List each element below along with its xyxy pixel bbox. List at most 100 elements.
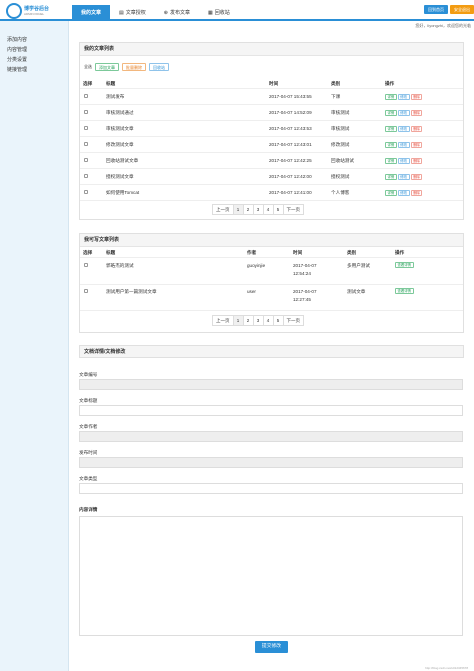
field-label-id: 文章编号 bbox=[79, 372, 98, 377]
select-all-label[interactable]: 全选 bbox=[84, 64, 92, 70]
table-row[interactable]: 郭皓杰的测试 guoyinjie 2017-04-07 12:54:24 多用户… bbox=[80, 259, 463, 285]
field-label-title: 文章标题 bbox=[79, 398, 98, 403]
row-checkbox[interactable] bbox=[84, 110, 88, 114]
edit-button[interactable]: 修改 bbox=[397, 174, 410, 180]
article-type-field[interactable] bbox=[79, 483, 463, 494]
tab-recycle[interactable]: ▦ 回收站 bbox=[199, 5, 239, 21]
row-title: 修改测试文章 bbox=[106, 142, 134, 147]
sidebar-item-content-manage[interactable]: 内容管理 bbox=[7, 46, 27, 53]
col-title: 标题 bbox=[106, 250, 116, 255]
row-ops: 详情 修改 删除 bbox=[385, 126, 423, 132]
table-row[interactable]: 审核测试通过 2017-04-07 14:52:09 审核测试 详情 修改 删除 bbox=[80, 105, 463, 121]
row-checkbox[interactable] bbox=[84, 289, 88, 293]
row-ops: 详情 修改 删除 bbox=[385, 94, 423, 100]
sidebar-item-link-manage[interactable]: 链接管理 bbox=[7, 66, 27, 73]
edit-button[interactable]: 修改 bbox=[397, 110, 410, 116]
watermark-text: http://blog.csdn.net/u012345678 bbox=[425, 666, 468, 670]
delete-button[interactable]: 删除 bbox=[410, 174, 423, 180]
row-author: user bbox=[247, 289, 256, 294]
row-checkbox[interactable] bbox=[84, 126, 88, 130]
edit-button[interactable]: 修改 bbox=[397, 126, 410, 132]
field-label-author: 文章作者 bbox=[79, 424, 98, 429]
article-id-field bbox=[79, 379, 463, 390]
plus-icon: ⊕ bbox=[163, 10, 168, 16]
next-page-button[interactable]: 下一页 bbox=[282, 315, 304, 326]
panel-title: 文档详情/文档修改 bbox=[79, 345, 464, 358]
table-row[interactable]: 修改测试文章 2017-04-07 12:43:01 修改测试 详情 修改 删除 bbox=[80, 137, 463, 153]
table-row[interactable]: 回收站测试文章 2017-04-07 12:42:25 回收站测试 详情 修改 删除 bbox=[80, 153, 463, 169]
table-row[interactable]: 测试用户第一篇测试文章 user 2017-04-07 12:27:45 测试文… bbox=[80, 285, 463, 311]
delete-button[interactable]: 删除 bbox=[410, 94, 423, 100]
article-title-field[interactable] bbox=[79, 405, 463, 416]
tab-my-articles[interactable]: 我的文章 bbox=[72, 5, 111, 21]
main-nav: 我的文章 ▤ 文章授权 ⊕ 发布文章 ▦ 回收站 bbox=[72, 5, 239, 21]
row-time: 2017-04-07 12:43:53 bbox=[269, 126, 312, 131]
col-category: 类别 bbox=[347, 250, 357, 255]
row-category: 审核测试 bbox=[331, 126, 350, 131]
row-category: 下课 bbox=[331, 94, 341, 99]
prev-page-button[interactable]: 上一页 bbox=[212, 204, 234, 215]
row-time: 2017-04-07 14:52:09 bbox=[269, 110, 312, 115]
row-title: 审核测试通过 bbox=[106, 110, 134, 115]
row-checkbox[interactable] bbox=[84, 158, 88, 162]
delete-button[interactable]: 删除 bbox=[410, 110, 423, 116]
detail-button[interactable]: 详情 bbox=[385, 94, 397, 100]
panel-title: 我的文章列表 bbox=[80, 43, 463, 56]
home-button[interactable]: 回到首页 bbox=[424, 5, 448, 14]
logout-button[interactable]: 安全退出 bbox=[450, 5, 474, 14]
table-row[interactable]: 测试发布 2017-04-07 15:43:55 下课 详情 修改 删除 bbox=[80, 89, 463, 105]
view-detail-button[interactable]: 查看详情 bbox=[395, 262, 414, 268]
view-detail-button[interactable]: 查看详情 bbox=[395, 288, 414, 294]
delete-button[interactable]: 删除 bbox=[410, 190, 423, 196]
detail-button[interactable]: 详情 bbox=[385, 158, 397, 164]
row-category: 回收站测试 bbox=[331, 158, 354, 163]
col-select: 选择 bbox=[83, 250, 93, 255]
detail-button[interactable]: 详情 bbox=[385, 174, 397, 180]
delete-button[interactable]: 删除 bbox=[410, 142, 423, 148]
col-time: 时间 bbox=[269, 81, 279, 86]
row-time: 2017-04-07 15:43:55 bbox=[269, 94, 312, 99]
edit-button[interactable]: 修改 bbox=[397, 142, 410, 148]
row-category: 测试文章 bbox=[347, 289, 366, 294]
row-checkbox[interactable] bbox=[84, 263, 88, 267]
submit-button[interactable]: 提交修改 bbox=[255, 641, 288, 653]
sidebar-item-add-content[interactable]: 添加内容 bbox=[7, 36, 27, 43]
row-title: 测试用户第一篇测试文章 bbox=[106, 289, 157, 294]
prev-page-button[interactable]: 上一页 bbox=[212, 315, 234, 326]
logo[interactable]: 博学谷后台 ADMIN PANEL bbox=[6, 3, 62, 19]
delete-button[interactable]: 删除 bbox=[410, 158, 423, 164]
edit-button[interactable]: 修改 bbox=[397, 94, 410, 100]
table-row[interactable]: 授权测试文章 2017-04-07 12:42:00 授权测试 详情 修改 删除 bbox=[80, 169, 463, 185]
table-row[interactable]: 如何使用Tomcat 2017-04-07 12:41:00 个人博客 详情 修改 删除 bbox=[80, 185, 463, 201]
row-time: 2017-04-07 12:42:00 bbox=[269, 174, 312, 179]
greeting-text: 您好，liyongzhi，欢迎您的光临 bbox=[415, 23, 471, 28]
add-article-button[interactable]: 添加文章 bbox=[95, 63, 119, 71]
edit-button[interactable]: 修改 bbox=[397, 158, 410, 164]
batch-delete-button[interactable]: 批量删除 bbox=[122, 63, 146, 71]
tab-publish[interactable]: ⊕ 发布文章 bbox=[155, 5, 199, 21]
content-textarea[interactable] bbox=[79, 516, 463, 636]
row-ops: 查看详情 bbox=[395, 262, 414, 268]
table-row[interactable]: 审核测试文章 2017-04-07 12:43:53 审核测试 详情 修改 删除 bbox=[80, 121, 463, 137]
row-checkbox[interactable] bbox=[84, 174, 88, 178]
row-checkbox[interactable] bbox=[84, 142, 88, 146]
row-checkbox[interactable] bbox=[84, 190, 88, 194]
row-date: 2017-04-07 bbox=[293, 289, 317, 294]
row-checkbox[interactable] bbox=[84, 94, 88, 98]
detail-button[interactable]: 详情 bbox=[385, 110, 397, 116]
edit-button[interactable]: 修改 bbox=[397, 190, 410, 196]
tab-label: 我的文章 bbox=[81, 10, 102, 16]
tab-label: 文章授权 bbox=[125, 10, 146, 16]
row-category: 多用户测试 bbox=[347, 263, 370, 268]
tab-article-auth[interactable]: ▤ 文章授权 bbox=[110, 5, 155, 21]
delete-button[interactable]: 删除 bbox=[410, 126, 423, 132]
col-title: 标题 bbox=[106, 81, 116, 86]
col-category: 类别 bbox=[331, 81, 341, 86]
sidebar-item-category-settings[interactable]: 分类设置 bbox=[7, 56, 27, 63]
next-page-button[interactable]: 下一页 bbox=[282, 204, 304, 215]
detail-button[interactable]: 详情 bbox=[385, 126, 397, 132]
row-title: 郭皓杰的测试 bbox=[106, 263, 134, 268]
recycle-button[interactable]: 回收站 bbox=[149, 63, 169, 71]
detail-button[interactable]: 详情 bbox=[385, 142, 397, 148]
detail-button[interactable]: 详情 bbox=[385, 190, 397, 196]
